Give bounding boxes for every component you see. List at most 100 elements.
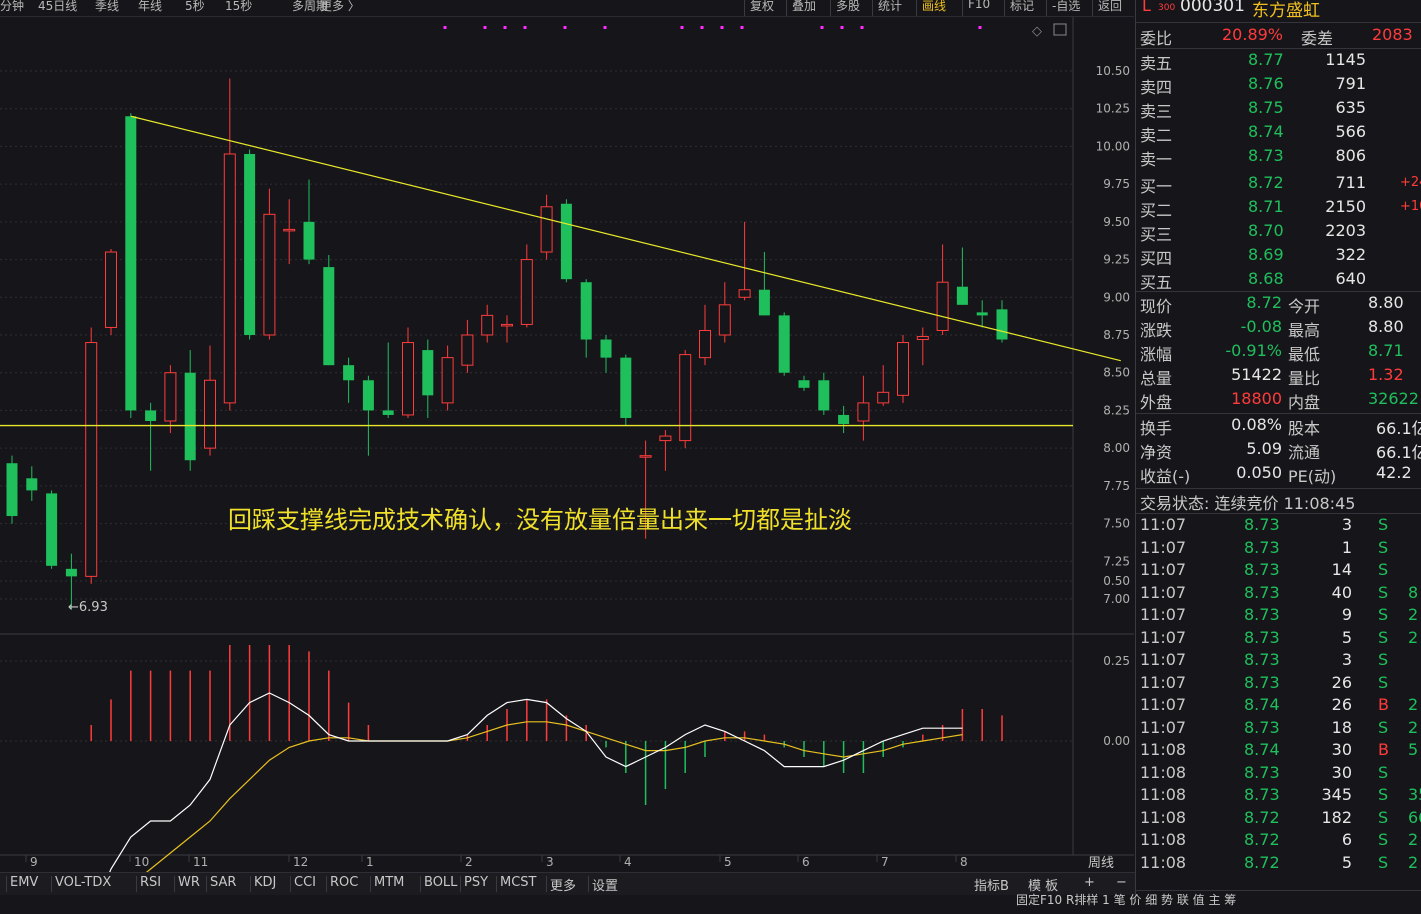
- candle-body[interactable]: [343, 365, 355, 381]
- period-2[interactable]: 季线: [95, 0, 119, 14]
- candle-body[interactable]: [639, 455, 652, 458]
- candle-body[interactable]: [798, 380, 810, 388]
- indicator-tab-mcst[interactable]: MCST: [500, 875, 537, 890]
- candle-body[interactable]: [916, 336, 929, 341]
- candle-body[interactable]: [976, 312, 988, 316]
- candle-body[interactable]: [303, 221, 315, 260]
- candle-body[interactable]: [461, 334, 474, 366]
- period-weekly-label[interactable]: 周线: [1088, 852, 1114, 871]
- indicator-tab-cci[interactable]: CCI: [294, 875, 316, 890]
- period-5[interactable]: 15秒: [225, 0, 252, 14]
- indicator-tab-rsi[interactable]: RSI: [140, 875, 161, 890]
- candle-body[interactable]: [956, 286, 968, 305]
- candle-body[interactable]: [600, 339, 612, 358]
- candle-body[interactable]: [838, 414, 850, 425]
- candle-body[interactable]: [125, 116, 137, 411]
- indicator-tab-sar[interactable]: SAR: [210, 875, 236, 890]
- candle-body[interactable]: [26, 478, 38, 491]
- candle-body[interactable]: [857, 402, 870, 422]
- buy-level-row[interactable]: 买二 8.71 2150 +10: [1136, 197, 1421, 220]
- candle-body[interactable]: [223, 153, 236, 404]
- buy-level-row[interactable]: 买五 8.68 640: [1136, 269, 1421, 292]
- toolbar-btn-3[interactable]: 统计: [878, 0, 902, 14]
- indicator-tab-设置[interactable]: 设置: [592, 875, 618, 894]
- indicator-tab-emv[interactable]: EMV: [10, 875, 38, 890]
- indicator-tab-kdj[interactable]: KDJ: [254, 875, 276, 890]
- candle-body[interactable]: [778, 315, 790, 373]
- zoom-out-button[interactable]: −: [1116, 875, 1127, 890]
- candle-body[interactable]: [758, 289, 770, 316]
- toolbar-btn-8[interactable]: 返回: [1098, 0, 1122, 14]
- candle-body[interactable]: [699, 329, 711, 359]
- candle-body[interactable]: [501, 323, 513, 327]
- candle-body[interactable]: [897, 342, 909, 396]
- period-0[interactable]: 分钟: [0, 0, 24, 14]
- toolbar-btn-7[interactable]: -自选: [1052, 0, 1080, 14]
- diamond-icon[interactable]: ◇: [1032, 24, 1042, 39]
- candle-body[interactable]: [402, 342, 414, 416]
- candle-body[interactable]: [323, 267, 335, 366]
- candle-body[interactable]: [65, 568, 77, 577]
- candle-body[interactable]: [105, 251, 117, 328]
- indicator-tab-更多[interactable]: 更多: [550, 875, 576, 894]
- candle-body[interactable]: [481, 314, 494, 336]
- toolbar-btn-2[interactable]: 多股: [836, 0, 860, 14]
- resistance-trend-line[interactable]: [130, 115, 1121, 362]
- candle-body[interactable]: [620, 357, 632, 418]
- toolbar-btn-5[interactable]: F10: [968, 0, 990, 11]
- candle-body[interactable]: [283, 228, 296, 232]
- toolbar-btn-6[interactable]: 标记: [1010, 0, 1034, 14]
- candle-body[interactable]: [560, 203, 572, 280]
- buy-level-row[interactable]: 买三 8.70 2203: [1136, 221, 1421, 244]
- indicator-tab-psy[interactable]: PSY: [464, 875, 488, 890]
- indicator-b-button[interactable]: 指标B: [974, 875, 1009, 894]
- candle-body[interactable]: [718, 304, 731, 336]
- period-1[interactable]: 45日线: [38, 0, 77, 14]
- candle-body[interactable]: [818, 380, 830, 411]
- zoom-in-button[interactable]: +: [1084, 875, 1095, 890]
- candle-body[interactable]: [204, 379, 216, 449]
- toolbar-btn-0[interactable]: 复权: [750, 0, 774, 14]
- buy-level-row[interactable]: 买四 8.69 322: [1136, 245, 1421, 268]
- sell-level-row[interactable]: 卖五 8.77 1145: [1136, 50, 1421, 73]
- candle-body[interactable]: [145, 410, 157, 421]
- toolbar-btn-4[interactable]: 画线: [922, 0, 946, 14]
- indicator-tab-mtm[interactable]: MTM: [374, 875, 404, 890]
- candle-body[interactable]: [936, 281, 949, 331]
- indicator-tab-vol-tdx[interactable]: VOL-TDX: [55, 875, 111, 890]
- candle-body[interactable]: [422, 350, 434, 396]
- window-icon[interactable]: [1053, 23, 1067, 36]
- candle-body[interactable]: [382, 410, 394, 415]
- candle-body[interactable]: [362, 380, 374, 411]
- candle-body[interactable]: [659, 435, 672, 442]
- candle-body[interactable]: [85, 342, 98, 577]
- panel-footer-text[interactable]: 固定F10 R排样 1 笔 价 细 势 联 值 主 筹: [1016, 891, 1236, 908]
- toolbar-btn-1[interactable]: 叠加: [792, 0, 816, 14]
- candle-body[interactable]: [996, 309, 1008, 340]
- candle-body[interactable]: [877, 391, 890, 404]
- candle-body[interactable]: [441, 357, 454, 404]
- candle-body[interactable]: [244, 153, 256, 335]
- candle-body[interactable]: [580, 282, 592, 340]
- indicator-tab-roc[interactable]: ROC: [330, 875, 358, 890]
- candle-body[interactable]: [184, 372, 196, 461]
- candle-body[interactable]: [263, 213, 276, 336]
- sell-level-row[interactable]: 卖一 8.73 806: [1136, 146, 1421, 169]
- sell-level-row[interactable]: 卖四 8.76 791: [1136, 74, 1421, 97]
- kline-chart[interactable]: 10.5010.2510.009.759.509.259.008.758.508…: [0, 17, 1134, 872]
- candle-body[interactable]: [6, 463, 18, 517]
- candle-body[interactable]: [46, 493, 58, 566]
- candle-body[interactable]: [738, 289, 751, 298]
- period-3[interactable]: 年线: [138, 0, 162, 14]
- sell-level-row[interactable]: 卖二 8.74 566: [1136, 122, 1421, 145]
- sell-level-row[interactable]: 卖三 8.75 635: [1136, 98, 1421, 121]
- candle-body[interactable]: [520, 259, 533, 325]
- candle-body[interactable]: [540, 206, 553, 253]
- indicator-tab-boll[interactable]: BOLL: [424, 875, 457, 890]
- candle-body[interactable]: [679, 354, 692, 442]
- indicator-tab-wr[interactable]: WR: [178, 875, 200, 890]
- candle-body[interactable]: [164, 372, 177, 422]
- buy-level-row[interactable]: 买一 8.72 711 +24: [1136, 173, 1421, 196]
- period-7[interactable]: 更多 〉: [320, 0, 360, 14]
- period-4[interactable]: 5秒: [185, 0, 205, 14]
